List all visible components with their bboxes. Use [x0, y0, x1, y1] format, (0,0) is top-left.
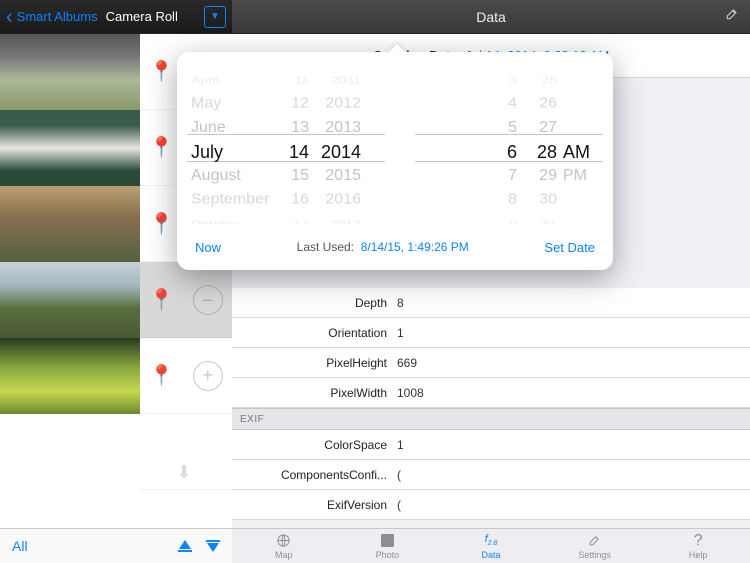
thumbnail-image [0, 186, 140, 262]
now-button[interactable]: Now [195, 240, 221, 255]
map-pin-icon[interactable]: 📍 [149, 135, 174, 160]
metadata-row: Orientation1 [232, 318, 750, 348]
thumbnail-row[interactable]: ⬇ [0, 414, 232, 490]
date-picker-popover: April May June July August September Oct… [177, 52, 613, 270]
photo-icon [381, 533, 394, 549]
remove-circle-icon[interactable]: – [193, 285, 223, 315]
main-title-bar: Data [232, 0, 750, 33]
tab-settings[interactable]: Settings [543, 529, 647, 563]
tab-data[interactable]: f2.8 Data [439, 529, 543, 563]
set-date-button[interactable]: Set Date [544, 240, 595, 255]
thumbnail-row[interactable]: 📍 + [0, 338, 232, 414]
minute-wheel[interactable]: 25 26 27 28 29 30 31 [517, 52, 557, 224]
thumbnail-image [0, 262, 140, 338]
albums-bar: ‹ Smart Albums Camera Roll ▼ [0, 0, 232, 33]
map-pin-icon[interactable]: 📍 [149, 363, 174, 388]
thumbnail-row-selected[interactable]: 📍 – [0, 262, 232, 338]
scroll-bottom-button[interactable] [206, 540, 220, 552]
metadata-row: ColorSpace1 [232, 430, 750, 460]
month-wheel[interactable]: April May June July August September Oct… [187, 52, 273, 224]
thumbnail-image [0, 414, 140, 490]
thumbnail-image [0, 338, 140, 414]
top-toolbar: ‹ Smart Albums Camera Roll ▼ Data [0, 0, 750, 34]
tab-map[interactable]: Map [232, 529, 336, 563]
tools-icon[interactable] [724, 6, 740, 27]
ampm-wheel[interactable]: AM PM [557, 52, 597, 224]
wrench-icon [587, 533, 602, 549]
all-button[interactable]: All [12, 538, 28, 554]
aperture-icon: f2.8 [485, 533, 498, 549]
help-icon: ? [694, 533, 703, 549]
album-title: Camera Roll [106, 9, 178, 24]
metadata-row: PixelHeight669 [232, 348, 750, 378]
metadata-row: ComponentsConfi...( [232, 460, 750, 490]
year-wheel[interactable]: 2011 2012 2013 2014 2015 2016 2017 [309, 52, 361, 224]
scroll-top-button[interactable] [178, 540, 192, 552]
metadata-row: PixelWidth1008 [232, 378, 750, 408]
map-pin-icon[interactable]: 📍 [149, 59, 174, 84]
download-icon[interactable]: ⬇ [176, 462, 191, 483]
add-circle-icon[interactable]: + [193, 361, 223, 391]
exif-section-header: EXIF [232, 408, 750, 430]
tab-photo[interactable]: Photo [336, 529, 440, 563]
back-button[interactable]: Smart Albums [17, 9, 98, 24]
page-title: Data [476, 9, 506, 25]
tab-help[interactable]: ? Help [646, 529, 750, 563]
map-pin-icon[interactable]: 📍 [149, 287, 174, 312]
bottom-toolbar: All Map Photo f2.8 Data Settings ? [0, 528, 750, 563]
thumbnail-image [0, 110, 140, 186]
thumbnail-image [0, 34, 140, 110]
metadata-row: ExifVersion( [232, 490, 750, 520]
metadata-row: Depth8 [232, 288, 750, 318]
hour-wheel[interactable]: 3 4 5 6 7 8 9 [487, 52, 517, 224]
back-chevron-icon[interactable]: ‹ [6, 7, 13, 27]
last-used-label: Last Used: 8/14/15, 1:49:26 PM [221, 240, 544, 254]
map-pin-icon[interactable]: 📍 [149, 211, 174, 236]
day-wheel[interactable]: 11 12 13 14 15 16 17 [273, 52, 309, 224]
globe-icon [276, 533, 291, 549]
album-dropdown-button[interactable]: ▼ [204, 6, 226, 28]
